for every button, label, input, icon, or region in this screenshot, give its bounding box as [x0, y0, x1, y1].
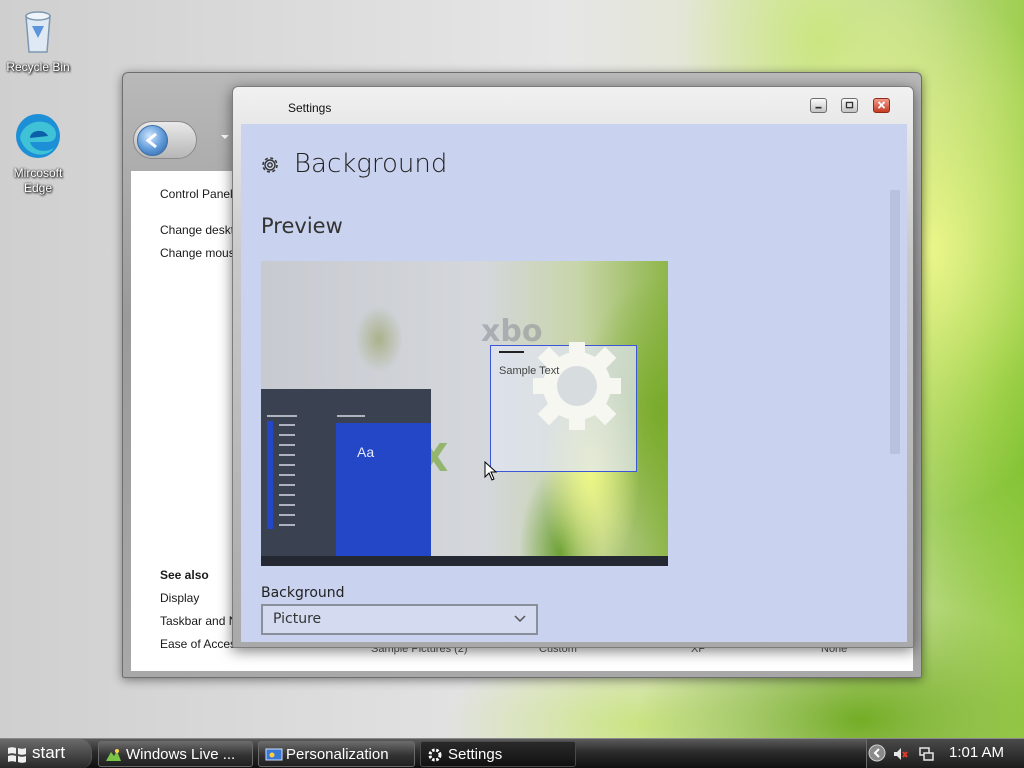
preview-accent-tile: [336, 423, 431, 556]
start-label: start: [32, 743, 66, 762]
network-icon[interactable]: [918, 746, 935, 762]
taskbar-button-label: Windows Live ...: [126, 746, 236, 763]
mouse-cursor-icon: [484, 461, 498, 481]
recycle-bin-icon: [0, 8, 76, 58]
windows-logo-icon: [8, 747, 26, 763]
close-icon: [877, 101, 886, 109]
link-change-desktop[interactable]: Change deskt: [160, 223, 234, 237]
taskbar-button-label: Settings: [448, 746, 503, 763]
taskbar-button-personalization[interactable]: Personalization: [258, 741, 415, 767]
preview-gear-icon: [533, 342, 621, 430]
dropdown-selected-value: Picture: [273, 611, 322, 627]
windows-live-icon: [106, 749, 121, 761]
preview-tile-text: Aa: [357, 444, 375, 460]
edge-icon: [0, 112, 76, 164]
maximize-icon: [845, 101, 854, 109]
maximize-button[interactable]: [841, 98, 858, 113]
taskbar-button-settings[interactable]: Settings: [420, 741, 576, 767]
settings-window: Settings Background Preview xbo x X: [232, 86, 914, 648]
gear-icon: [428, 748, 442, 762]
taskbar-button-windows-live[interactable]: Windows Live ...: [98, 741, 253, 767]
link-change-mouse[interactable]: Change mous: [160, 246, 235, 260]
desktop-icon-label: Recycle Bin: [6, 60, 70, 74]
see-also-taskbar[interactable]: Taskbar and N: [160, 614, 237, 628]
preview-window-titlebar: [499, 351, 524, 353]
desktop-icon-edge[interactable]: Mircosoft Edge: [0, 112, 76, 196]
minimize-icon: [815, 106, 822, 109]
taskbar: start Windows Live ... Personalization S…: [0, 738, 1024, 768]
desktop-icon-recycle-bin[interactable]: Recycle Bin: [0, 8, 76, 75]
system-tray: 1:01 AM: [866, 739, 1024, 768]
preview-sample-window: Sample Text: [490, 342, 637, 472]
see-also-heading: See also: [160, 568, 209, 582]
chevron-down-icon: [514, 615, 526, 623]
background-preview: xbo x X: [261, 261, 668, 566]
close-button[interactable]: [873, 98, 890, 113]
recent-pages-dropdown-icon[interactable]: [221, 135, 229, 139]
preview-sample-text: Sample Text: [499, 365, 560, 377]
clock[interactable]: 1:01 AM: [949, 744, 1004, 761]
link-control-panel[interactable]: Control Panel: [160, 187, 233, 201]
vertical-scrollbar[interactable]: [890, 190, 900, 454]
background-label: Background: [261, 585, 345, 601]
show-hidden-icons-icon[interactable]: [868, 744, 886, 762]
see-also-display[interactable]: Display: [160, 591, 199, 605]
back-arrow-icon[interactable]: [137, 125, 168, 156]
page-title: Background: [294, 149, 448, 179]
preview-taskbar: [261, 556, 668, 566]
window-title: Settings: [288, 101, 332, 115]
preview-heading: Preview: [261, 214, 343, 238]
gear-icon: [262, 157, 278, 173]
settings-content: Background Preview xbo x X: [241, 124, 907, 642]
desktop-icon-label: Mircosoft Edge: [13, 166, 63, 195]
see-also-ease-of-access[interactable]: Ease of Access: [160, 637, 242, 651]
personalization-icon: [265, 748, 283, 761]
nav-buttons[interactable]: [133, 121, 197, 159]
minimize-button[interactable]: [810, 98, 827, 113]
taskbar-button-label: Personalization: [286, 746, 389, 763]
start-button[interactable]: start: [0, 739, 92, 768]
volume-muted-icon[interactable]: [893, 746, 909, 762]
background-type-dropdown[interactable]: Picture: [261, 604, 538, 635]
